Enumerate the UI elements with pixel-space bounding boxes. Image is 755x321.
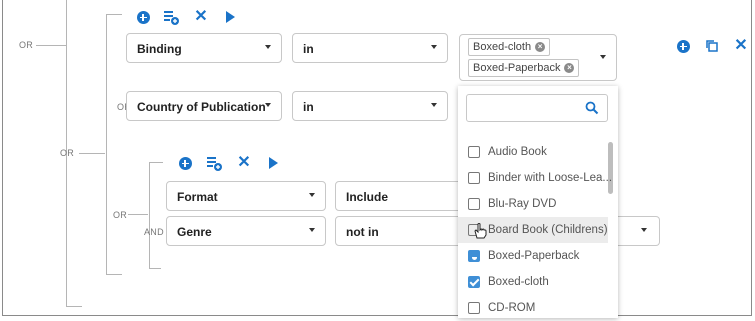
dropdown-option[interactable]: CD-ROM: [458, 295, 608, 321]
value-dropdown-menu: Audio Book Binder with Loose-Lea... Blu-…: [458, 86, 618, 318]
chevron-down-icon: [600, 55, 606, 59]
tree-line: [149, 162, 150, 268]
operator-or[interactable]: OR: [19, 40, 33, 50]
remove-group-button[interactable]: ✕: [193, 9, 209, 25]
chip-label: Boxed-Paperback: [473, 62, 561, 74]
operator-or[interactable]: OR: [60, 148, 74, 158]
option-label: Boxed-Paperback: [488, 250, 580, 262]
add-circle-icon: [676, 39, 690, 53]
field-select[interactable]: Genre: [166, 216, 326, 246]
add-rule-button[interactable]: [135, 9, 151, 25]
tree-line: [106, 14, 122, 15]
copy-rule-button[interactable]: [704, 38, 720, 54]
field-value: Genre: [177, 225, 212, 239]
tree-line: [106, 274, 122, 275]
chip-label: Boxed-cloth: [473, 41, 532, 53]
operator-and[interactable]: AND: [144, 227, 164, 237]
delete-rule-button[interactable]: ✕: [733, 38, 749, 54]
tree-line: [149, 162, 163, 163]
checkbox-icon: [468, 198, 480, 210]
dropdown-option[interactable]: Binder with Loose-Lea...: [458, 165, 612, 191]
run-button[interactable]: [222, 9, 238, 25]
option-label: Boxed-cloth: [488, 276, 549, 288]
condition-value: Include: [346, 190, 389, 204]
condition-value: in: [303, 100, 314, 114]
tree-line: [79, 153, 105, 154]
tree-line: [149, 268, 161, 269]
search-icon: [585, 101, 599, 115]
chevron-down-icon: [265, 45, 271, 49]
dropdown-scrollbar[interactable]: [608, 142, 613, 194]
chevron-down-icon: [309, 193, 315, 197]
play-icon: [268, 157, 278, 169]
tree-line: [66, 306, 82, 307]
copy-icon: [706, 40, 718, 52]
close-icon: ✕: [194, 8, 208, 25]
checkbox-icon: [468, 302, 480, 314]
tree-line: [128, 214, 148, 215]
clear-chip-icon[interactable]: ×: [535, 42, 546, 52]
dropdown-option[interactable]: Boxed-cloth: [458, 269, 608, 295]
field-select[interactable]: Binding: [126, 33, 282, 63]
add-list-icon: [207, 157, 222, 171]
checkbox-icon: [468, 146, 480, 158]
condition-value: in: [303, 42, 314, 56]
field-value: Binding: [137, 42, 182, 56]
condition-select[interactable]: in: [292, 33, 448, 63]
tree-line: [36, 45, 66, 46]
dropdown-search-input[interactable]: [466, 94, 608, 122]
dropdown-option[interactable]: Boxed-Paperback: [458, 243, 608, 269]
chevron-down-icon: [309, 228, 315, 232]
checkbox-icon: [468, 250, 480, 262]
option-label: CD-ROM: [488, 302, 536, 314]
field-value: Format: [177, 190, 218, 204]
run-button[interactable]: [265, 155, 281, 171]
field-value: Country of Publication: [137, 100, 266, 114]
add-group-button[interactable]: [163, 9, 179, 25]
option-label: Audio Book: [488, 146, 547, 158]
field-select[interactable]: Country of Publication: [126, 91, 282, 121]
tree-line: [106, 14, 107, 274]
field-select[interactable]: Format: [166, 181, 326, 211]
add-circle-icon: [178, 156, 192, 170]
option-label: Blu-Ray DVD: [488, 198, 557, 210]
option-label: Binder with Loose-Lea...: [488, 172, 613, 184]
value-chip[interactable]: Boxed-Paperback ×: [468, 59, 580, 77]
condition-select[interactable]: in: [292, 91, 448, 121]
value-chip[interactable]: Boxed-cloth ×: [468, 38, 551, 56]
hand-cursor-icon: [474, 223, 487, 239]
chevron-down-icon: [431, 45, 437, 49]
close-icon: ✕: [734, 37, 748, 54]
add-rule-button[interactable]: [675, 38, 691, 54]
add-list-icon: [164, 11, 179, 25]
dropdown-option[interactable]: Audio Book: [458, 139, 608, 165]
close-icon: ✕: [237, 154, 251, 171]
add-group-button[interactable]: [206, 155, 222, 171]
checkbox-icon: [468, 276, 480, 288]
remove-group-button[interactable]: ✕: [236, 155, 252, 171]
add-circle-icon: [136, 10, 150, 24]
chevron-down-icon: [265, 103, 271, 107]
chevron-down-icon: [431, 103, 437, 107]
option-label: Board Book (Childrens): [488, 224, 608, 236]
checkbox-icon: [468, 172, 480, 184]
condition-value: not in: [346, 225, 379, 239]
play-icon: [225, 11, 235, 23]
chevron-down-icon: [641, 228, 647, 232]
operator-or[interactable]: OR: [113, 210, 127, 220]
add-rule-button[interactable]: [177, 155, 193, 171]
dropdown-option[interactable]: Blu-Ray DVD: [458, 191, 608, 217]
clear-chip-icon[interactable]: ×: [564, 63, 575, 73]
